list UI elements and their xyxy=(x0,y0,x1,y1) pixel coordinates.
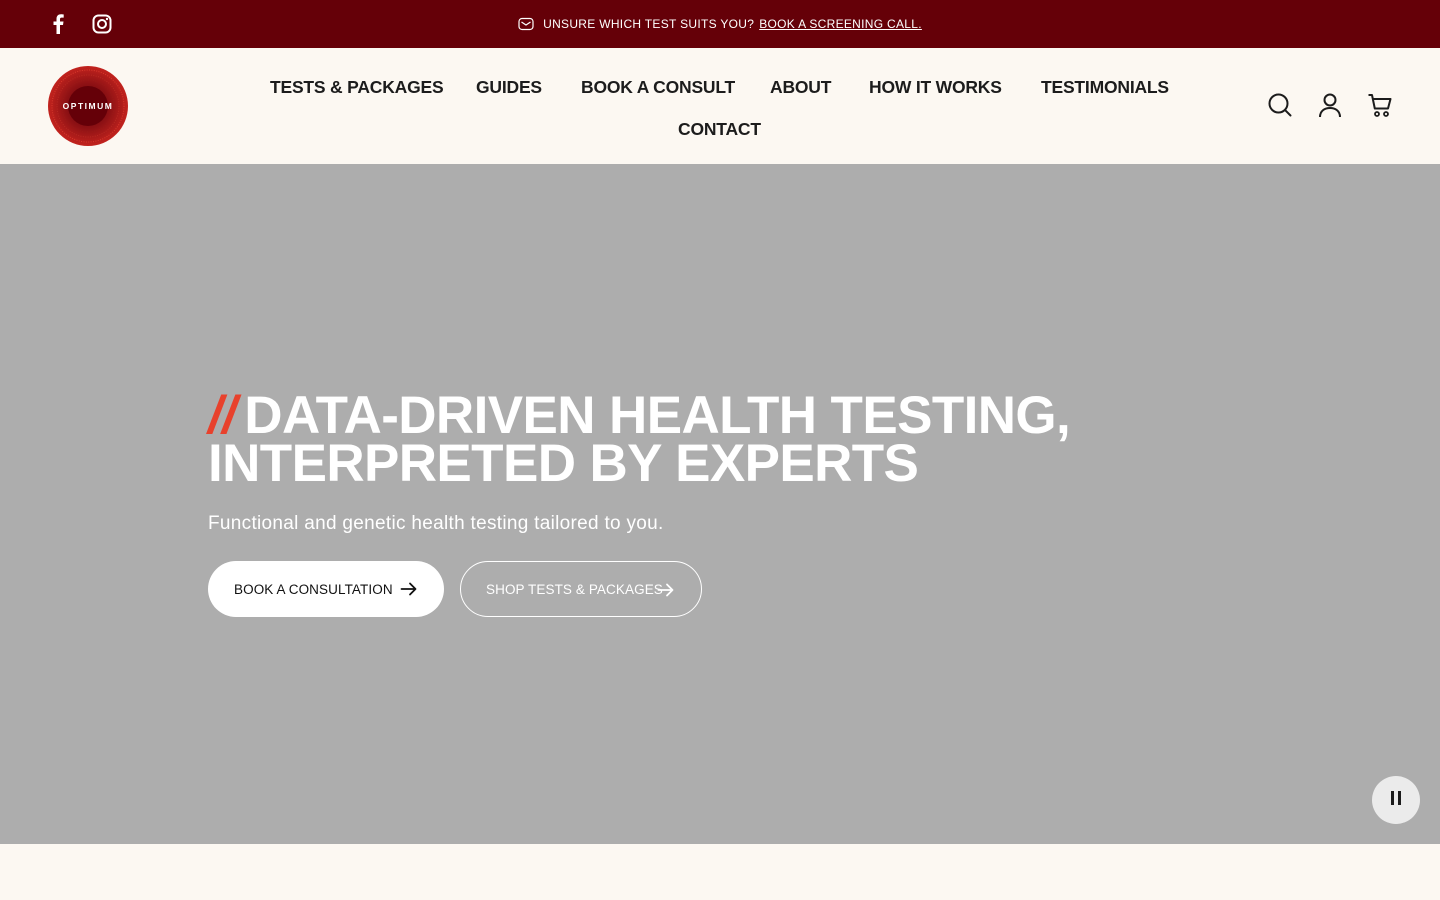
cart-icon[interactable] xyxy=(1367,92,1393,118)
nav-contact[interactable]: CONTACT xyxy=(678,119,761,140)
search-icon[interactable] xyxy=(1267,92,1293,118)
shop-tests-label: SHOP TESTS & PACKAGES xyxy=(486,581,663,597)
hero-headline: //DATA-DRIVEN HEALTH TESTING, INTERPRETE… xyxy=(208,389,1168,493)
announcement-text: UNSURE WHICH TEST SUITS YOU? xyxy=(543,17,755,31)
hero-subtitle: Functional and genetic health testing ta… xyxy=(208,513,664,534)
nav-testimonials[interactable]: TESTIMONIALS xyxy=(1041,77,1169,98)
arrow-right-icon xyxy=(657,581,675,599)
hero-headline-line2: INTERPRETED BY EXPERTS xyxy=(208,434,919,493)
optimum-logo[interactable]: OPTIMUM xyxy=(48,66,128,146)
pause-icon xyxy=(1389,790,1403,811)
nav-about[interactable]: ABOUT xyxy=(770,77,831,98)
book-consultation-label: BOOK A CONSULTATION xyxy=(234,581,393,597)
account-icon[interactable] xyxy=(1317,92,1343,118)
nav-guides[interactable]: GUIDES xyxy=(476,77,542,98)
book-consultation-button[interactable]: BOOK A CONSULTATION xyxy=(208,561,444,617)
pause-button[interactable] xyxy=(1372,776,1420,824)
screening-call-link[interactable]: BOOK A SCREENING CALL. xyxy=(759,17,922,31)
logo-wordmark: OPTIMUM xyxy=(63,101,114,111)
nav-tests-packages[interactable]: TESTS & PACKAGES xyxy=(270,77,444,98)
site-header: OPTIMUM TESTS & PACKAGES GUIDES BOOK A C… xyxy=(0,48,1440,164)
hero-section: //DATA-DRIVEN HEALTH TESTING, INTERPRETE… xyxy=(0,164,1440,844)
announcement-bar: UNSURE WHICH TEST SUITS YOU? BOOK A SCRE… xyxy=(0,0,1440,48)
mail-icon xyxy=(518,17,534,31)
nav-book-a-consult[interactable]: BOOK A CONSULT xyxy=(581,77,735,98)
announcement-message: UNSURE WHICH TEST SUITS YOU? BOOK A SCRE… xyxy=(0,0,1440,48)
shop-tests-button[interactable]: SHOP TESTS & PACKAGES xyxy=(460,561,702,617)
hero-headline-line1: //DATA-DRIVEN HEALTH TESTING, xyxy=(208,389,1168,442)
arrow-right-icon xyxy=(400,580,418,598)
nav-how-it-works[interactable]: HOW IT WORKS xyxy=(869,77,1002,98)
